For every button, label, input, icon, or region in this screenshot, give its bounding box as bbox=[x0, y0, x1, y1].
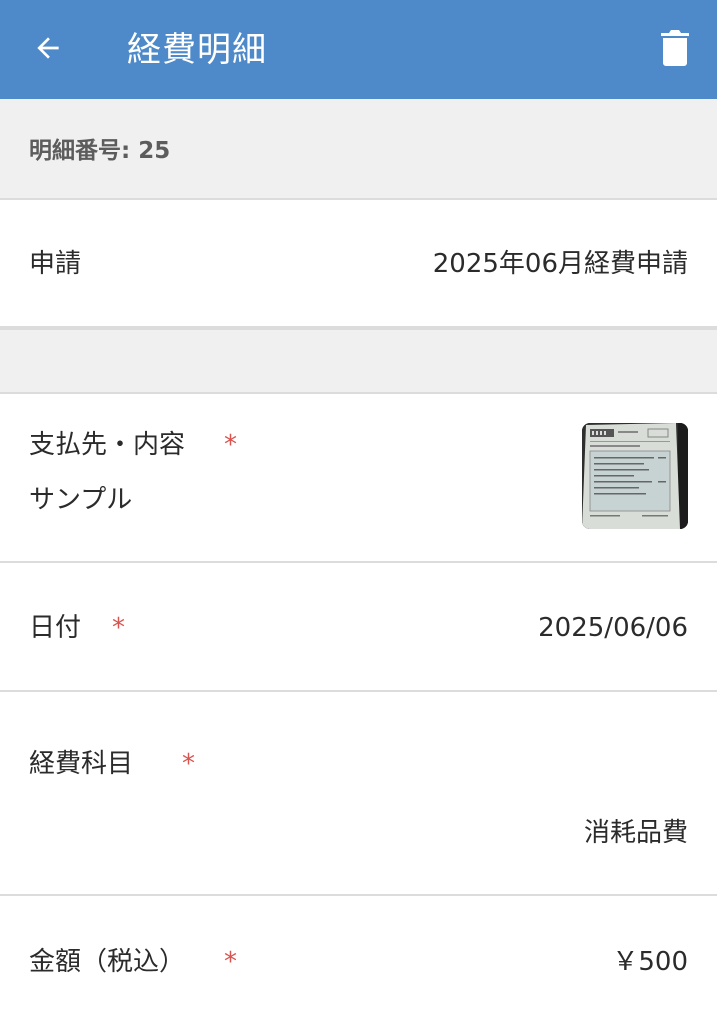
amount-value: ￥500 bbox=[612, 947, 688, 977]
app-bar: 経費明細 bbox=[0, 0, 717, 99]
amount-row[interactable]: 金額（税込） * ￥500 bbox=[0, 896, 717, 1024]
trash-icon bbox=[660, 30, 690, 70]
application-value: 2025年06月経費申請 bbox=[432, 249, 688, 279]
amount-label: 金額（税込） bbox=[29, 947, 186, 977]
required-mark: * bbox=[224, 430, 237, 460]
date-row[interactable]: 日付 * 2025/06/06 bbox=[0, 563, 717, 692]
receipt-thumbnail[interactable] bbox=[582, 423, 688, 529]
date-value: 2025/06/06 bbox=[538, 613, 688, 643]
payee-value: サンプル bbox=[29, 485, 133, 515]
required-mark: * bbox=[182, 749, 195, 779]
required-mark: * bbox=[224, 947, 237, 977]
date-label: 日付 bbox=[29, 613, 82, 643]
category-label: 経費科目 bbox=[29, 749, 134, 779]
category-value: 消耗品費 bbox=[583, 818, 688, 848]
section-divider bbox=[0, 328, 717, 394]
payee-label: 支払先・内容 bbox=[29, 430, 186, 460]
back-button[interactable] bbox=[24, 28, 72, 72]
application-row[interactable]: 申請 2025年06月経費申請 bbox=[0, 200, 717, 328]
delete-button[interactable] bbox=[652, 26, 698, 74]
page-title: 経費明細 bbox=[127, 30, 267, 70]
category-row[interactable]: 経費科目 * 消耗品費 bbox=[0, 692, 717, 896]
required-mark: * bbox=[112, 613, 125, 643]
arrow-left-icon bbox=[32, 32, 64, 68]
receipt-image bbox=[582, 423, 688, 529]
application-label: 申請 bbox=[29, 249, 82, 279]
detail-number: 明細番号: 25 bbox=[29, 138, 171, 164]
